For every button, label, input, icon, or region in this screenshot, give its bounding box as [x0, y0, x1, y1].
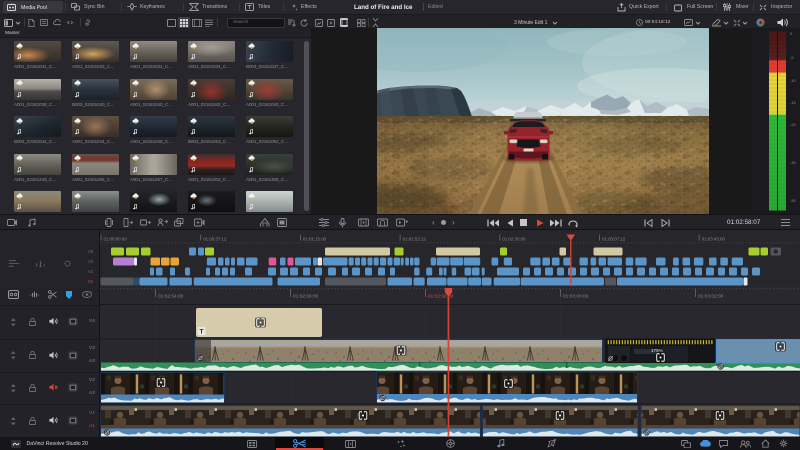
svg-text:01:01:15:00: 01:01:15:00	[303, 237, 327, 242]
svg-text:01:03:00:00: 01:03:00:00	[563, 294, 589, 300]
svg-text:-5: -5	[790, 55, 794, 60]
svg-text:-15: -15	[790, 100, 797, 105]
svg-text:01:00:37:12: 01:00:37:12	[203, 237, 227, 242]
svg-text:01:03:45:00: 01:03:45:00	[702, 237, 726, 242]
svg-text:-30: -30	[790, 160, 797, 165]
svg-text:T: T	[200, 329, 204, 336]
svg-text:175%: 175%	[651, 348, 663, 353]
svg-text:01:02:54:00: 01:02:54:00	[158, 294, 184, 300]
svg-text:01:01:52:12: 01:01:52:12	[403, 237, 427, 242]
svg-text:01:03:07:12: 01:03:07:12	[602, 237, 626, 242]
svg-text:01:00:00:00: 01:00:00:00	[104, 237, 128, 242]
svg-text:01:02:56:00: 01:02:56:00	[293, 294, 319, 300]
svg-text:-10: -10	[790, 78, 797, 83]
svg-text:01:02:30:00: 01:02:30:00	[502, 237, 526, 242]
svg-text:01:03:02:00: 01:03:02:00	[698, 294, 724, 300]
svg-text:0: 0	[790, 31, 793, 36]
svg-text:-50: -50	[790, 198, 797, 203]
svg-text:-20: -20	[790, 122, 797, 127]
